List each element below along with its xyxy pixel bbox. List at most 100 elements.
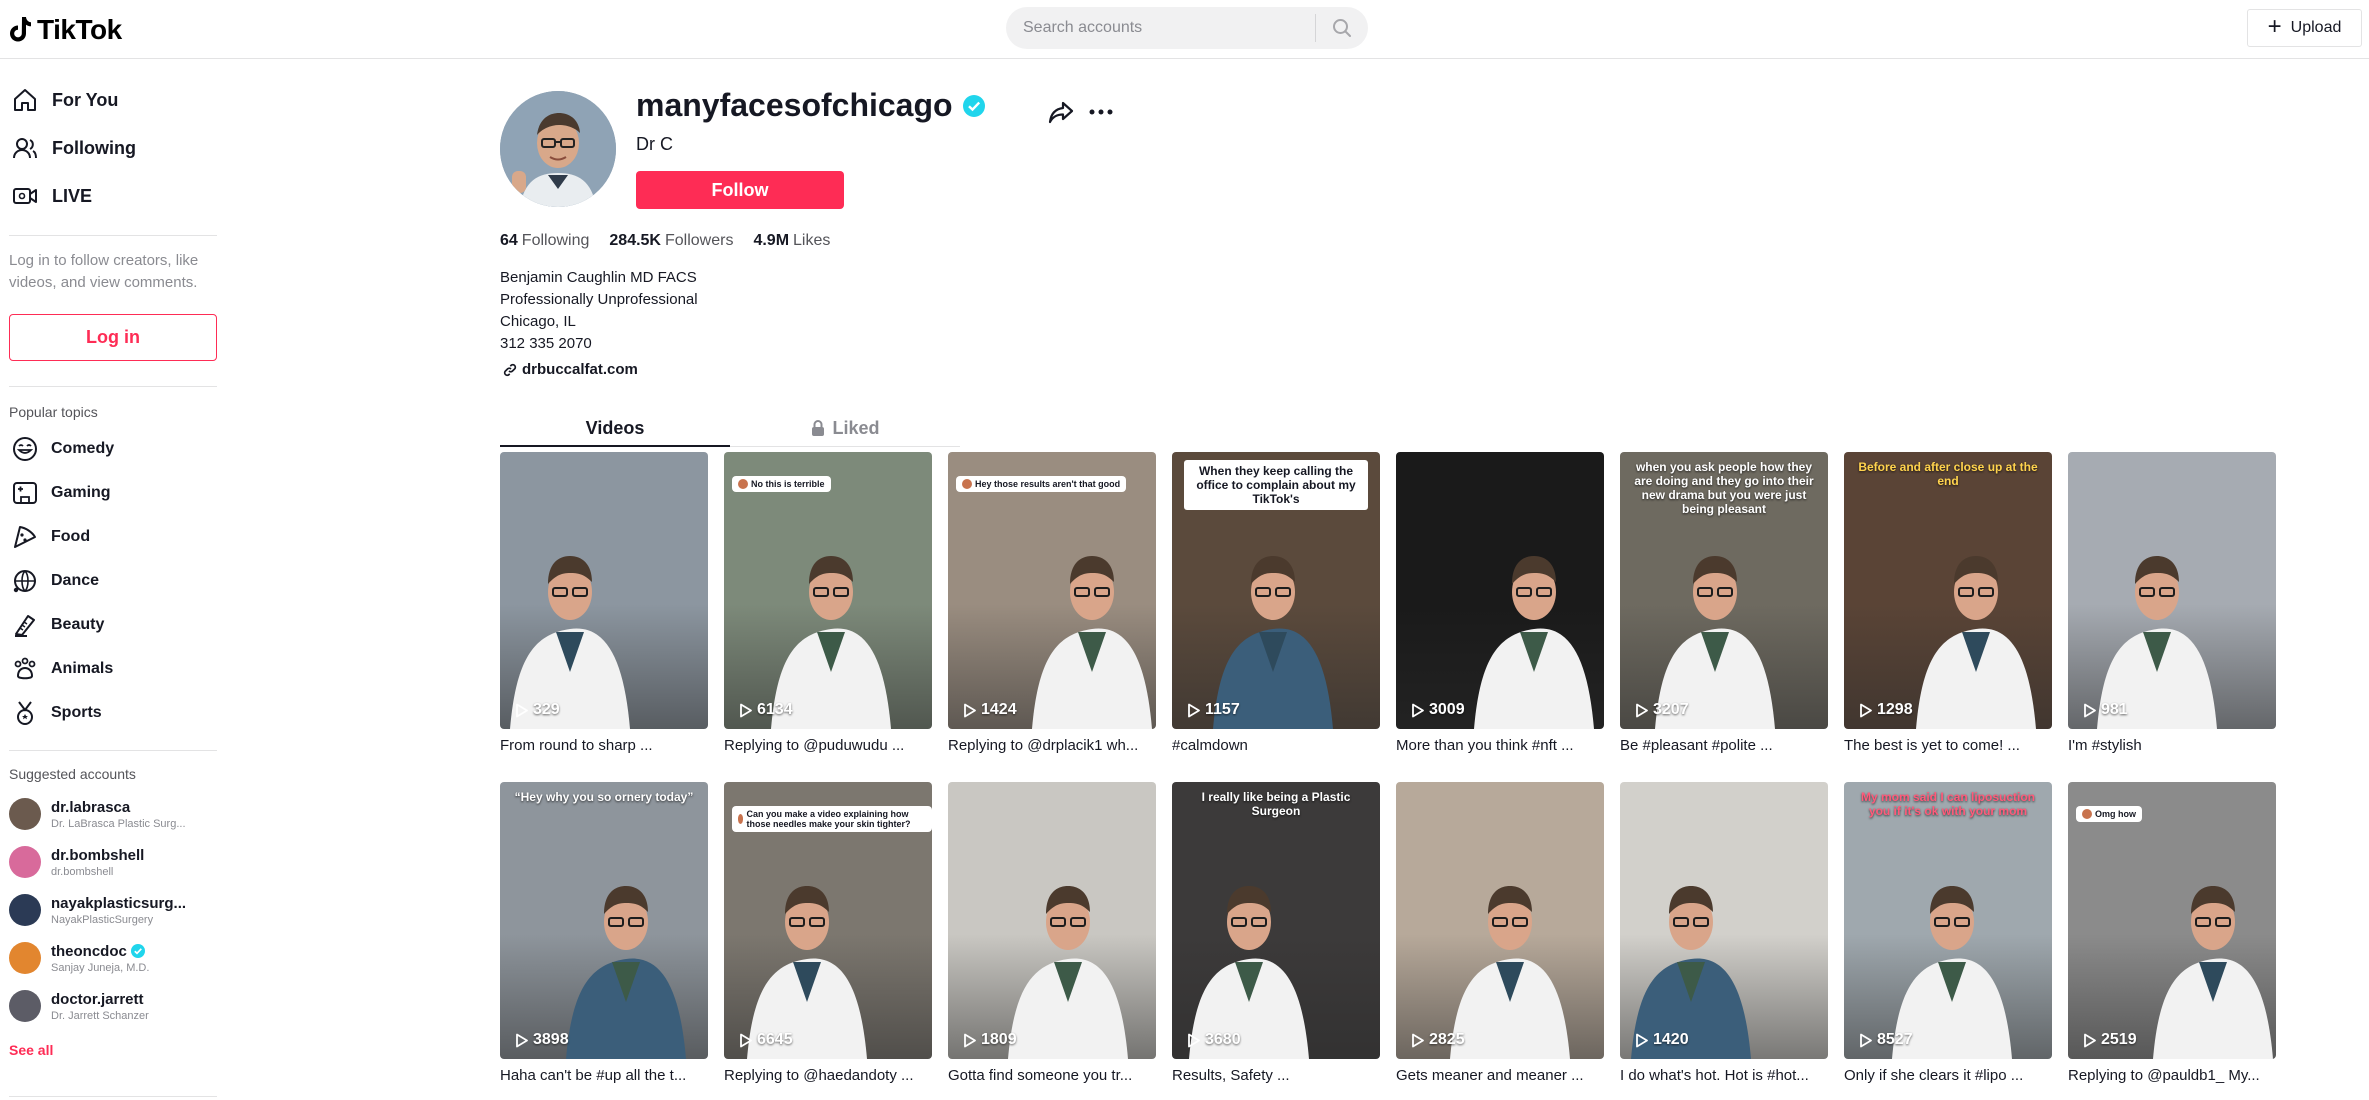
view-count-text: 6645 (757, 1031, 793, 1048)
video-thumbnail[interactable]: I really like being a Plastic Surgeon 368… (1172, 782, 1380, 1059)
video-thumbnail[interactable]: Before and after close up at the end 1298 (1844, 452, 2052, 729)
suggested-account[interactable]: theoncdoc Sanjay Juneja, M.D. (9, 942, 149, 974)
video-caption[interactable]: Replying to @puduwudu ... (724, 737, 932, 754)
video-card[interactable]: 2825 Gets meaner and meaner ... (1396, 782, 1604, 1084)
reply-comment-bubble: Hey those results aren't that good (956, 476, 1127, 492)
suggested-account[interactable]: dr.labrasca Dr. LaBrasca Plastic Surg... (9, 798, 186, 830)
topic-comedy[interactable]: Comedy (12, 436, 114, 462)
video-caption[interactable]: I do what's hot. Hot is #hot... (1620, 1067, 1828, 1084)
video-thumbnail[interactable]: 3009 (1396, 452, 1604, 729)
view-count: 3680 (1186, 1031, 1241, 1049)
follow-button[interactable]: Follow (636, 171, 844, 209)
video-card[interactable]: when you ask people how they are doing a… (1620, 452, 1828, 754)
video-card[interactable]: 981 I'm #stylish (2068, 452, 2276, 754)
play-icon (1188, 1033, 1200, 1047)
video-thumbnail[interactable]: No this is terrible 6134 (724, 452, 932, 729)
tab-liked[interactable]: Liked (730, 409, 960, 447)
video-thumbnail[interactable]: 981 (2068, 452, 2276, 729)
view-count-text: 3207 (1653, 701, 1689, 718)
video-thumbnail[interactable]: When they keep calling the office to com… (1172, 452, 1380, 729)
view-count-text: 1298 (1877, 701, 1913, 718)
video-caption[interactable]: Haha can't be #up all the t... (500, 1067, 708, 1084)
video-card[interactable]: I really like being a Plastic Surgeon 368… (1172, 782, 1380, 1084)
video-card[interactable]: Before and after close up at the end 1298… (1844, 452, 2052, 754)
video-card[interactable]: “Hey why you so ornery today” 3898 Haha ca… (500, 782, 708, 1084)
video-thumbnail[interactable]: 1420 (1620, 782, 1828, 1059)
video-thumbnail[interactable]: 329 (500, 452, 708, 729)
video-caption[interactable]: Replying to @drplacik1 wh... (948, 737, 1156, 754)
video-caption[interactable]: From round to sharp ... (500, 737, 708, 754)
video-thumbnail[interactable]: “Hey why you so ornery today” 3898 (500, 782, 708, 1059)
more-options-button[interactable] (1087, 98, 1115, 126)
gaming-icon (13, 482, 37, 504)
video-caption[interactable]: Replying to @pauldb1_ My... (2068, 1067, 2276, 1084)
video-caption[interactable]: More than you think #nft ... (1396, 737, 1604, 754)
profile-bio: Benjamin Caughlin MD FACS Professionally… (500, 267, 698, 355)
suggested-account[interactable]: nayakplasticsurg... NayakPlasticSurgery (9, 894, 186, 926)
see-all-link[interactable]: See all (9, 1042, 53, 1058)
topic-gaming[interactable]: Gaming (12, 480, 111, 506)
upload-button[interactable]: + Upload (2247, 9, 2362, 47)
video-thumbnail[interactable]: Hey those results aren't that good 1424 (948, 452, 1156, 729)
video-thumbnail[interactable]: 2825 (1396, 782, 1604, 1059)
video-caption[interactable]: Only if she clears it #lipo ... (1844, 1067, 2052, 1084)
topic-food[interactable]: Food (12, 524, 90, 550)
profile-stats: 64 Following 284.5K Followers 4.9M Likes (500, 232, 830, 250)
video-card[interactable]: Can you make a video explaining how thos… (724, 782, 932, 1084)
link-text: drbuccalfat.com (522, 361, 638, 378)
video-caption[interactable]: I'm #stylish (2068, 737, 2276, 754)
video-caption[interactable]: The best is yet to come! ... (1844, 737, 2052, 754)
live-icon (13, 188, 37, 204)
video-caption[interactable]: Be #pleasant #polite ... (1620, 737, 1828, 754)
video-thumbnail[interactable]: 1809 (948, 782, 1156, 1059)
suggested-account[interactable]: dr.bombshell dr.bombshell (9, 846, 144, 878)
video-card[interactable]: My mom said I can liposuction you if it'… (1844, 782, 2052, 1084)
video-caption[interactable]: #calmdown (1172, 737, 1380, 754)
login-button[interactable]: Log in (9, 314, 217, 361)
video-card[interactable]: 1809 Gotta find someone you tr... (948, 782, 1156, 1084)
stat-label: Followers (664, 232, 734, 249)
profile-link[interactable]: drbuccalfat.com (503, 361, 638, 378)
share-button[interactable] (1047, 98, 1075, 126)
video-caption[interactable]: Replying to @haedandoty ... (724, 1067, 932, 1084)
suggested-account-name-text: theoncdoc (51, 942, 127, 960)
search-button[interactable] (1316, 7, 1368, 49)
tab-videos[interactable]: Videos (500, 409, 730, 447)
profile-avatar (500, 91, 616, 207)
profile-display-name: Dr C (636, 134, 673, 154)
topic-beauty[interactable]: Beauty (12, 612, 104, 638)
video-caption[interactable]: Gotta find someone you tr... (948, 1067, 1156, 1084)
stat-value: 64 (500, 232, 518, 249)
avatar (9, 894, 41, 926)
video-thumbnail[interactable]: My mom said I can liposuction you if it'… (1844, 782, 2052, 1059)
nav-following[interactable]: Following (12, 135, 136, 161)
topic-label: Dance (51, 572, 100, 589)
topic-dance[interactable]: Dance (12, 568, 99, 594)
video-card[interactable]: 1420 I do what's hot. Hot is #hot... (1620, 782, 1828, 1084)
video-card[interactable]: 3009 More than you think #nft ... (1396, 452, 1604, 754)
video-thumbnail[interactable]: when you ask people how they are doing a… (1620, 452, 1828, 729)
video-card[interactable]: 329 From round to sharp ... (500, 452, 708, 754)
video-thumbnail[interactable]: Omg how 2519 (2068, 782, 2276, 1059)
topic-label: Gaming (51, 484, 111, 501)
tiktok-logo[interactable]: TikTok (9, 14, 122, 46)
video-card[interactable]: Hey those results aren't that good 1424 Re… (948, 452, 1156, 754)
search-input[interactable] (1006, 7, 1315, 49)
video-card[interactable]: When they keep calling the office to com… (1172, 452, 1380, 754)
stat-likes: 4.9M Likes (753, 232, 830, 250)
dance-icon (13, 570, 36, 593)
video-caption[interactable]: Results, Safety ... (1172, 1067, 1380, 1084)
video-card[interactable]: No this is terrible 6134 Replying to @pudu… (724, 452, 932, 754)
video-card[interactable]: Omg how 2519 Replying to @pauldb1_ My... (2068, 782, 2276, 1084)
topic-label: Food (51, 528, 91, 545)
sidebar: For You Following LIVE Log in to follow … (0, 60, 230, 1100)
topic-sports[interactable]: Sports (12, 700, 102, 726)
video-thumbnail[interactable]: Can you make a video explaining how thos… (724, 782, 932, 1059)
nav-for-you[interactable]: For You (12, 87, 118, 113)
topic-animals[interactable]: Animals (12, 656, 113, 682)
nav-live[interactable]: LIVE (12, 183, 92, 209)
view-count-text: 1420 (1653, 1031, 1689, 1048)
bio-line: Benjamin Caughlin MD FACS (500, 269, 697, 286)
suggested-account[interactable]: doctor.jarrett Dr. Jarrett Schanzer (9, 990, 149, 1022)
video-caption[interactable]: Gets meaner and meaner ... (1396, 1067, 1604, 1084)
